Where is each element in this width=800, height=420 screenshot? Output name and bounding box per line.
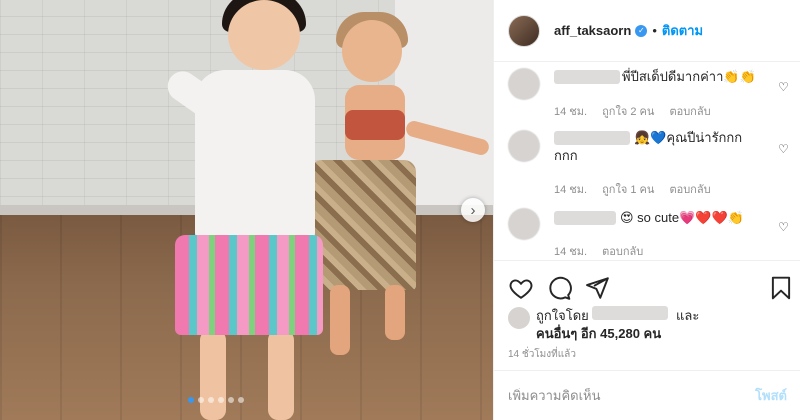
comment-like-count[interactable]: ถูกใจ 2 คน <box>602 106 654 118</box>
commenter-username-blurred[interactable] <box>554 131 630 145</box>
comment-meta: 14 ชม. ถูกใจ 1 คน ตอบกลับ <box>554 180 723 198</box>
commenter-username-blurred[interactable] <box>554 211 616 225</box>
commenter-avatar[interactable] <box>508 68 540 100</box>
post-header: aff_taksaorn ✓ • ติดตาม <box>494 0 800 62</box>
post-side-panel: aff_taksaorn ✓ • ติดตาม พี่ปีสเด็ปดีมากค… <box>493 0 800 420</box>
author-username[interactable]: aff_taksaorn <box>554 23 631 38</box>
carousel-dot <box>238 397 244 403</box>
likes-summary[interactable]: ถูกใจโดย และ คนอื่นๆ อีก 45,280 คน <box>508 305 793 341</box>
dancer-right-head <box>342 20 402 82</box>
comment-like-heart-icon[interactable]: ♡ <box>778 142 789 156</box>
follow-button[interactable]: ติดตาม <box>662 20 703 41</box>
dancer-left-leg <box>200 330 226 420</box>
share-icon[interactable] <box>584 275 610 301</box>
comment-reply-button[interactable]: ตอบกลับ <box>669 106 710 118</box>
dancer-left-head <box>228 0 300 70</box>
comment-reply-button[interactable]: ตอบกลับ <box>669 184 710 196</box>
post-actions: ถูกใจโดย และ คนอื่นๆ อีก 45,280 คน 14 ชั… <box>494 260 800 370</box>
bookmark-icon[interactable] <box>768 275 794 301</box>
separator-dot: • <box>652 23 657 38</box>
commenter-avatar[interactable] <box>508 208 540 240</box>
and-label: และ <box>676 308 700 323</box>
commenter-avatar[interactable] <box>508 130 540 162</box>
video-frame <box>0 0 493 420</box>
dancer-left-skirt <box>175 235 323 335</box>
comment-icon[interactable] <box>546 275 572 301</box>
comment-time: 14 ชม. <box>554 106 588 118</box>
post-comment-button[interactable]: โพสต์ <box>755 385 787 406</box>
others-like-count[interactable]: คนอื่นๆ อีก 45,280 คน <box>536 323 661 344</box>
dancer-right-leg <box>385 285 405 340</box>
comment-time: 14 ชม. <box>554 246 588 258</box>
comment-meta: 14 ชม. ถูกใจ 2 คน ตอบกลับ <box>554 102 723 120</box>
verified-badge-icon: ✓ <box>635 24 648 37</box>
carousel-dot <box>188 397 194 403</box>
add-comment-bar: โพสต์ <box>494 370 800 420</box>
commenter-username-blurred[interactable] <box>554 70 620 84</box>
heart-icon[interactable] <box>508 275 534 301</box>
carousel-dot <box>218 397 224 403</box>
comment-text: 😍 so cute💗❤️❤️👏 <box>620 210 744 225</box>
comment-meta: 14 ชม. ตอบกลับ <box>554 242 655 260</box>
dancer-left-leg <box>268 330 294 420</box>
chevron-right-icon: › <box>470 201 476 219</box>
dancer-right-skirt <box>310 160 416 290</box>
liker-avatar <box>508 307 530 329</box>
next-media-button[interactable]: › <box>461 198 485 222</box>
comment-text-continued: กกก <box>554 148 578 163</box>
comment-like-heart-icon[interactable]: ♡ <box>778 80 789 94</box>
comment-text: พี่ปีสเด็ปดีมากค่าา👏👏 <box>622 69 756 84</box>
liker-username-blurred[interactable] <box>592 306 668 320</box>
carousel-dot <box>198 397 204 403</box>
comment-like-count[interactable]: ถูกใจ 1 คน <box>602 184 654 196</box>
post-timestamp[interactable]: 14 ชั่วโมงที่แล้ว <box>508 347 576 362</box>
author-avatar[interactable] <box>508 14 540 47</box>
comment-item: 😍 so cute💗❤️❤️👏 14 ชม. ตอบกลับ ♡ <box>508 208 793 258</box>
dancer-right-top <box>345 110 405 140</box>
comment-item: พี่ปีสเด็ปดีมากค่าา👏👏 14 ชม. ถูกใจ 2 คน … <box>508 68 793 118</box>
carousel-dot <box>208 397 214 403</box>
comment-time: 14 ชม. <box>554 184 588 196</box>
comments-list[interactable]: พี่ปีสเด็ปดีมากค่าา👏👏 14 ชม. ถูกใจ 2 คน … <box>494 62 800 260</box>
dancer-right-leg <box>330 285 350 355</box>
carousel-dot <box>228 397 234 403</box>
carousel-indicator <box>188 397 244 403</box>
post-media[interactable]: › <box>0 0 493 420</box>
comment-input[interactable] <box>508 388 756 403</box>
comment-like-heart-icon[interactable]: ♡ <box>778 220 789 234</box>
comment-text: 👧💙คุณปีน่ารักกก <box>634 130 743 145</box>
comment-item: 👧💙คุณปีน่ารักกก กกก 14 ชม. ถูกใจ 1 คน ตอ… <box>508 128 793 196</box>
comment-reply-button[interactable]: ตอบกลับ <box>602 246 643 258</box>
